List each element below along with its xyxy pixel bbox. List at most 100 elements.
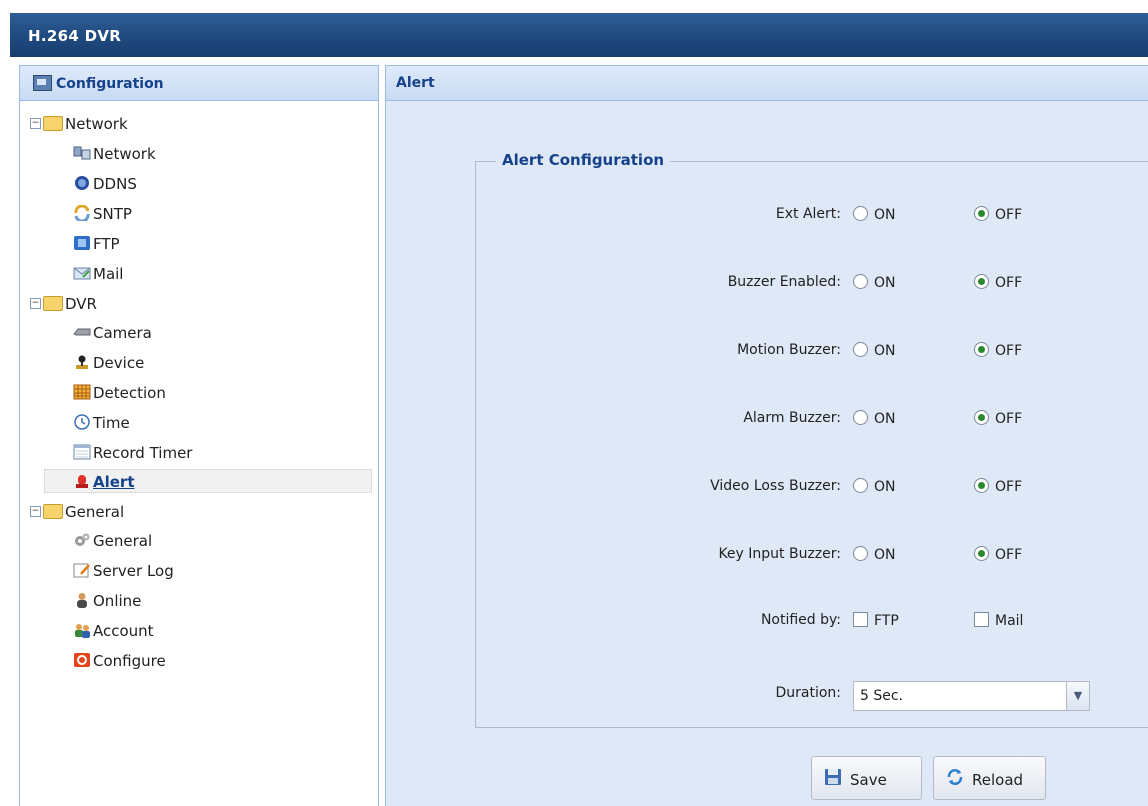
notify-mail-checkbox[interactable]: Mail xyxy=(974,612,1023,629)
tree-item-network[interactable]: Network xyxy=(72,142,156,166)
key-input-buzzer-on-radio[interactable]: ON xyxy=(853,546,896,563)
tree-item-record-timer[interactable]: Record Timer xyxy=(72,441,192,465)
radio-selected-icon[interactable] xyxy=(974,410,989,425)
tree-item-label: Network xyxy=(93,145,156,163)
radio-label: OFF xyxy=(995,343,1023,359)
radio-icon[interactable] xyxy=(853,410,868,425)
tree-folder-network[interactable]: − Network xyxy=(30,112,128,136)
tree-item-label: Alert xyxy=(93,473,135,491)
checkbox-icon[interactable] xyxy=(974,612,989,627)
alert-panel: Alert Alert Configuration Ext Alert: ON … xyxy=(385,65,1148,806)
checkbox-label: Mail xyxy=(995,613,1024,629)
option-label: Video Loss Buzzer: xyxy=(710,478,841,494)
alert-icon xyxy=(72,473,91,491)
radio-icon[interactable] xyxy=(853,546,868,561)
radio-selected-icon[interactable] xyxy=(974,342,989,357)
tree-item-detection[interactable]: Detection xyxy=(72,381,166,405)
option-label: Alarm Buzzer: xyxy=(743,410,841,426)
checkbox-icon[interactable] xyxy=(853,612,868,627)
reload-icon xyxy=(946,768,964,786)
duration-select[interactable]: 5 Sec. ▼ xyxy=(853,681,1090,711)
tree-item-configure[interactable]: Configure xyxy=(72,649,166,673)
radio-label: OFF xyxy=(995,275,1023,291)
radio-label: ON xyxy=(874,547,896,563)
collapse-icon[interactable]: − xyxy=(30,298,41,309)
online-icon xyxy=(72,592,91,610)
video-loss-buzzer-on-radio[interactable]: ON xyxy=(853,478,896,495)
tree-item-alert[interactable]: Alert xyxy=(44,469,372,493)
tree-item-account[interactable]: Account xyxy=(72,619,154,643)
tree-item-label: FTP xyxy=(93,235,120,253)
tree-item-camera[interactable]: Camera xyxy=(72,321,152,345)
buzzer-enabled-on-radio[interactable]: ON xyxy=(853,274,896,291)
radio-label: OFF xyxy=(995,207,1023,223)
tree-item-label: DDNS xyxy=(93,175,137,193)
tree-item-server-log[interactable]: Server Log xyxy=(72,559,174,583)
radio-label: OFF xyxy=(995,411,1023,427)
reload-button[interactable]: Reload xyxy=(933,756,1046,800)
ext-alert-on-radio[interactable]: ON xyxy=(853,206,896,223)
floppy-disk-icon xyxy=(824,768,842,786)
tree-item-label: SNTP xyxy=(93,205,132,223)
tree-folder-general[interactable]: − General xyxy=(30,500,124,524)
buzzer-enabled-row: Buzzer Enabled: ON OFF xyxy=(476,272,1148,296)
configure-icon xyxy=(72,652,91,670)
radio-icon[interactable] xyxy=(853,342,868,357)
app-title: H.264 DVR xyxy=(28,27,122,45)
tree-item-label: Device xyxy=(93,354,145,372)
option-label: Buzzer Enabled: xyxy=(727,274,841,290)
tree-item-online[interactable]: Online xyxy=(72,589,141,613)
radio-label: OFF xyxy=(995,479,1023,495)
configuration-panel-title: Configuration xyxy=(56,76,164,92)
detection-icon xyxy=(72,384,91,402)
tree-item-label: Time xyxy=(93,414,130,432)
tree-item-general[interactable]: General xyxy=(72,529,152,553)
radio-icon[interactable] xyxy=(853,206,868,221)
notified-by-label: Notified by: xyxy=(760,612,841,628)
radio-selected-icon[interactable] xyxy=(974,478,989,493)
radio-label: OFF xyxy=(995,547,1023,563)
notify-ftp-checkbox[interactable]: FTP xyxy=(853,612,899,629)
tree-item-ftp[interactable]: FTP xyxy=(72,232,120,256)
tree-folder-label: General xyxy=(65,503,125,521)
tree-folder-dvr[interactable]: − DVR xyxy=(30,292,97,316)
alert-configuration-fieldset: Alert Configuration Ext Alert: ON OFF Bu… xyxy=(475,151,1148,728)
configuration-panel-header: Configuration xyxy=(20,66,378,101)
chevron-down-icon[interactable]: ▼ xyxy=(1066,682,1089,710)
save-button[interactable]: Save xyxy=(811,756,922,800)
motion-buzzer-on-radio[interactable]: ON xyxy=(853,342,896,359)
radio-icon[interactable] xyxy=(853,478,868,493)
tree-item-label: Configure xyxy=(93,652,166,670)
ext-alert-off-radio[interactable]: OFF xyxy=(974,206,1022,223)
tree-item-ddns[interactable]: DDNS xyxy=(72,172,137,196)
option-label: Key Input Buzzer: xyxy=(718,546,841,562)
tree-item-time[interactable]: Time xyxy=(72,411,130,435)
alarm-buzzer-off-radio[interactable]: OFF xyxy=(974,410,1022,427)
radio-selected-icon[interactable] xyxy=(974,274,989,289)
tree-item-mail[interactable]: Mail xyxy=(72,262,123,286)
folder-icon xyxy=(43,504,63,519)
checkbox-label: FTP xyxy=(874,613,899,629)
folder-icon xyxy=(43,116,63,131)
radio-icon[interactable] xyxy=(853,274,868,289)
collapse-icon[interactable]: − xyxy=(30,506,41,517)
radio-label: ON xyxy=(874,207,896,223)
motion-buzzer-row: Motion Buzzer: ON OFF xyxy=(476,340,1148,364)
video-loss-buzzer-off-radio[interactable]: OFF xyxy=(974,478,1022,495)
tree-item-label: Server Log xyxy=(93,562,174,580)
record-timer-icon xyxy=(72,444,91,462)
alarm-buzzer-on-radio[interactable]: ON xyxy=(853,410,896,427)
ftp-icon xyxy=(72,235,91,253)
buzzer-enabled-off-radio[interactable]: OFF xyxy=(974,274,1022,291)
tree-folder-label: Network xyxy=(65,115,128,133)
tree-item-device[interactable]: Device xyxy=(72,351,144,375)
radio-selected-icon[interactable] xyxy=(974,546,989,561)
key-input-buzzer-off-radio[interactable]: OFF xyxy=(974,546,1022,563)
clock-icon xyxy=(72,413,91,432)
collapse-icon[interactable]: − xyxy=(30,118,41,129)
save-button-label: Save xyxy=(850,771,887,789)
motion-buzzer-off-radio[interactable]: OFF xyxy=(974,342,1022,359)
radio-selected-icon[interactable] xyxy=(974,206,989,221)
key-input-buzzer-row: Key Input Buzzer: ON OFF xyxy=(476,544,1148,568)
tree-item-sntp[interactable]: SNTP xyxy=(72,202,132,226)
